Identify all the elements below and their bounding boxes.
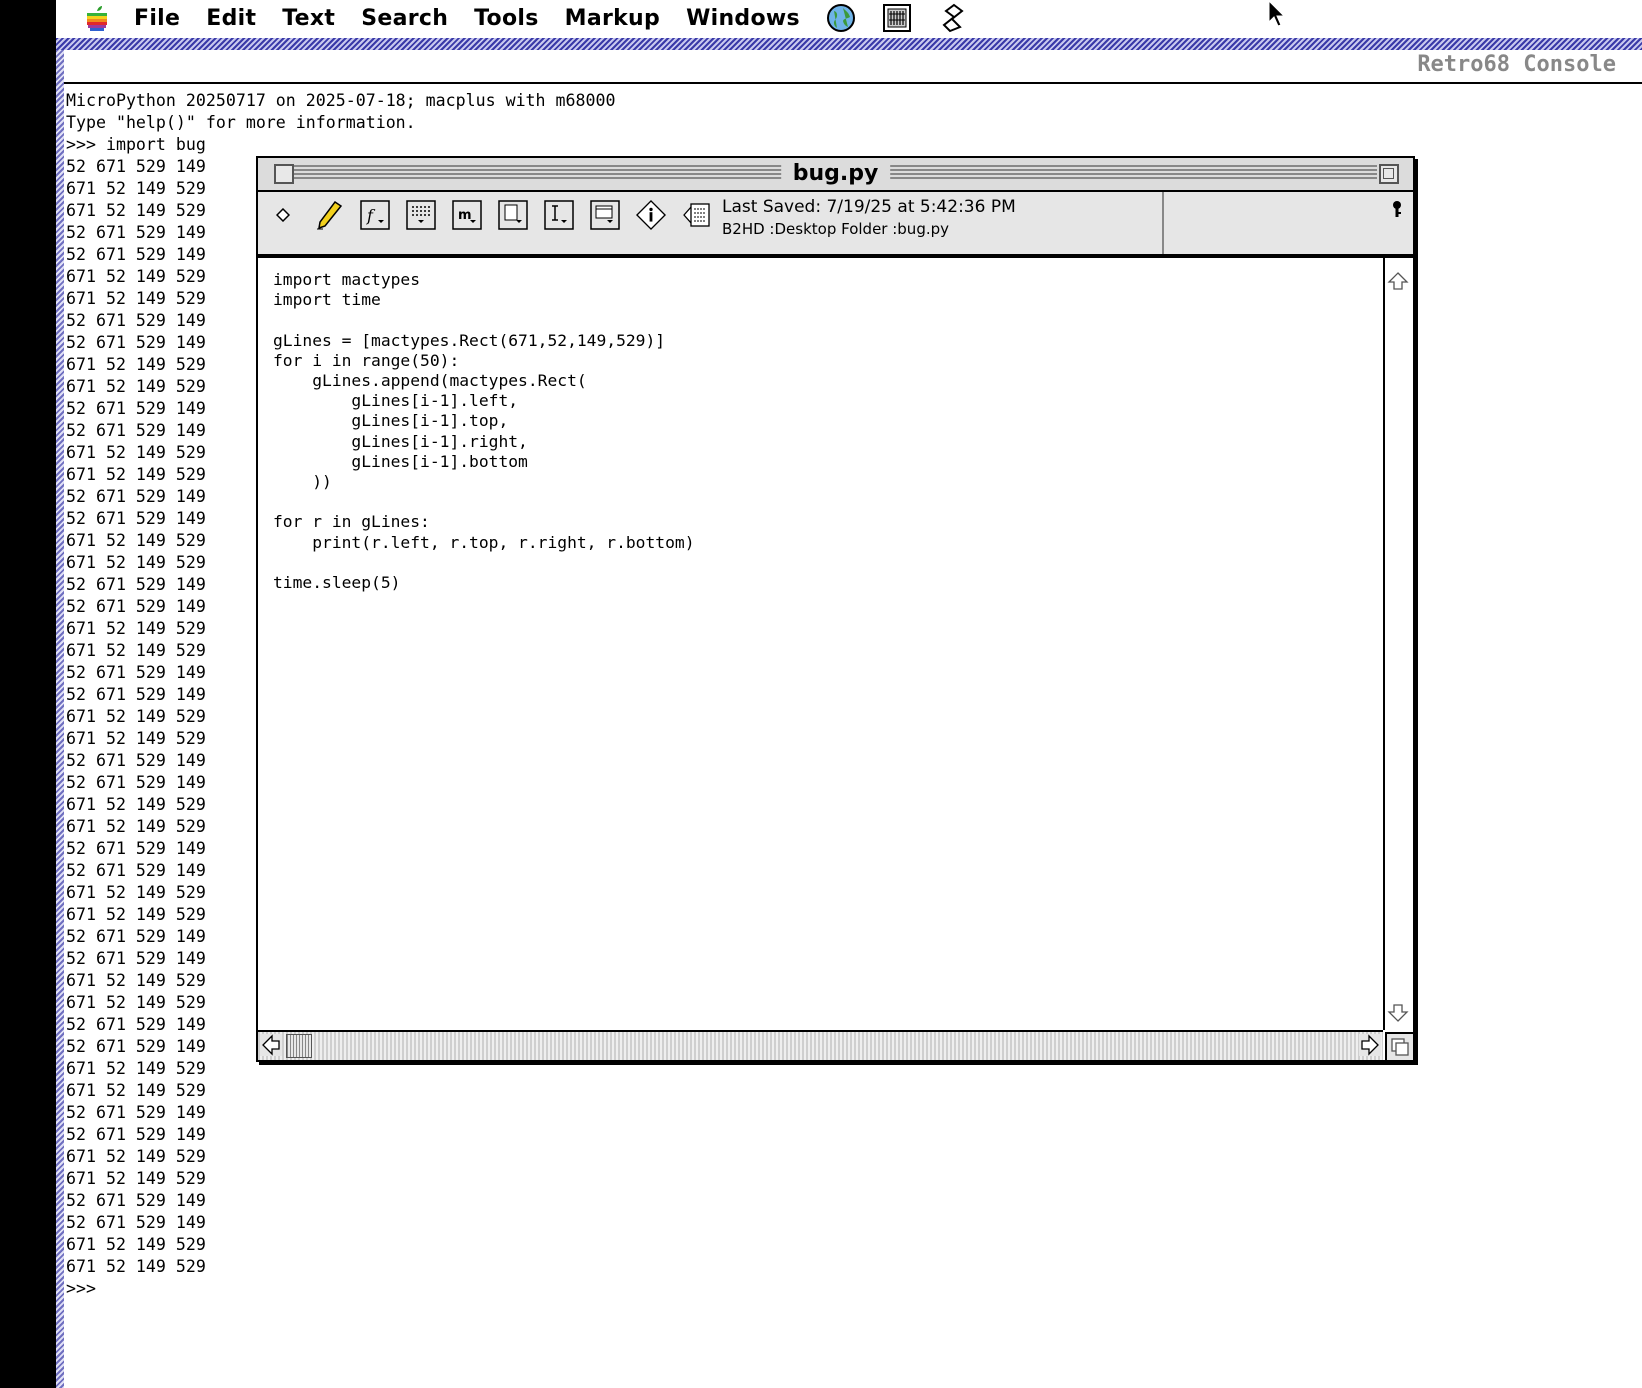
file-path-label[interactable]: B2HD :Desktop Folder :bug.py bbox=[722, 218, 1016, 240]
console-line: >>> import bug bbox=[66, 135, 206, 154]
scroll-down-arrow-icon[interactable] bbox=[1387, 1002, 1409, 1028]
diamond-icon[interactable] bbox=[268, 200, 298, 230]
console-line: 671 52 149 529 bbox=[66, 1235, 206, 1254]
last-saved-label: Last Saved: 7/19/25 at 5:42:36 PM bbox=[722, 197, 1016, 217]
file-info: Last Saved: 7/19/25 at 5:42:36 PM B2HD :… bbox=[722, 196, 1016, 240]
console-line: MicroPython 20250717 on 2025-07-18; macp… bbox=[66, 91, 616, 110]
close-box[interactable] bbox=[274, 164, 294, 184]
desktop-screen: File Edit Text Search Tools Markup Windo… bbox=[56, 0, 1642, 1388]
globe-icon[interactable] bbox=[826, 3, 856, 33]
console-line: 52 671 529 149 bbox=[66, 1125, 206, 1144]
console-line: 671 52 149 529 bbox=[66, 1169, 206, 1188]
console-line: 52 671 529 149 bbox=[66, 1103, 206, 1122]
console-line: >>> bbox=[66, 1279, 96, 1298]
marker-menu-icon[interactable] bbox=[406, 200, 436, 230]
console-line: Type "help()" for more information. bbox=[66, 113, 416, 132]
editor-toolbar: f m Last Saved: 7/19/25 at 5:42:36 PM B2… bbox=[258, 192, 1413, 258]
zoom-box[interactable] bbox=[1379, 164, 1399, 184]
text-cursor-menu-icon[interactable] bbox=[544, 200, 574, 230]
menu-search[interactable]: Search bbox=[361, 6, 448, 31]
scroll-left-arrow-icon[interactable] bbox=[260, 1034, 282, 1060]
svg-text:m: m bbox=[458, 208, 472, 223]
editor-text-area[interactable]: import mactypes import time gLines = [ma… bbox=[258, 258, 1383, 1028]
document-menu-icon[interactable] bbox=[498, 200, 528, 230]
title-bar-stripes bbox=[56, 38, 1642, 50]
editor-window-title: bug.py bbox=[780, 158, 891, 190]
macro-menu-icon[interactable]: m bbox=[452, 200, 482, 230]
editor-window: bug.py f m Last Saved: 7/19/25 at 5:42:3… bbox=[256, 156, 1415, 1062]
vertical-scrollbar[interactable] bbox=[1383, 258, 1413, 1030]
window-menu-icon[interactable] bbox=[590, 200, 620, 230]
pencil-icon[interactable] bbox=[314, 200, 344, 230]
menu-file[interactable]: File bbox=[134, 6, 180, 31]
menu-bar: File Edit Text Search Tools Markup Windo… bbox=[56, 0, 1642, 36]
key-icon[interactable] bbox=[1391, 200, 1403, 224]
console-left-border bbox=[56, 50, 64, 1388]
editor-title-bar[interactable]: bug.py bbox=[258, 158, 1413, 192]
horizontal-scroll-thumb[interactable] bbox=[286, 1034, 312, 1058]
title-bar-divider bbox=[56, 82, 1642, 84]
menu-windows[interactable]: Windows bbox=[686, 6, 800, 31]
function-menu-icon[interactable]: f bbox=[360, 200, 390, 230]
toolbar-divider bbox=[1162, 192, 1164, 254]
scroll-up-arrow-icon[interactable] bbox=[1387, 270, 1409, 296]
menu-markup[interactable]: Markup bbox=[565, 6, 660, 31]
console-window-title: Retro68 Console bbox=[1417, 52, 1616, 77]
console-title-bar[interactable]: Retro68 Console bbox=[56, 36, 1642, 84]
calculator-icon[interactable] bbox=[882, 3, 912, 33]
menu-edit[interactable]: Edit bbox=[206, 6, 256, 31]
console-line: 671 52 149 529 bbox=[66, 1081, 206, 1100]
console-line: 671 52 149 529 bbox=[66, 1147, 206, 1166]
options-icon[interactable] bbox=[682, 200, 712, 230]
scroll-right-arrow-icon[interactable] bbox=[1359, 1034, 1381, 1060]
apple-menu-icon[interactable] bbox=[86, 5, 108, 31]
console-line: 52 671 529 149 bbox=[66, 1213, 206, 1232]
menu-text[interactable]: Text bbox=[282, 6, 335, 31]
info-icon[interactable] bbox=[636, 199, 666, 231]
console-line: 52 671 529 149 bbox=[66, 1191, 206, 1210]
mouse-pointer-icon bbox=[1268, 0, 1288, 32]
horizontal-scrollbar[interactable] bbox=[258, 1030, 1383, 1060]
code-text[interactable]: import mactypes import time gLines = [ma… bbox=[273, 270, 695, 593]
resize-box-icon[interactable] bbox=[1385, 1032, 1413, 1060]
console-line: 671 52 149 529 bbox=[66, 1257, 206, 1276]
menu-tools[interactable]: Tools bbox=[474, 6, 538, 31]
script-icon[interactable] bbox=[938, 3, 968, 33]
